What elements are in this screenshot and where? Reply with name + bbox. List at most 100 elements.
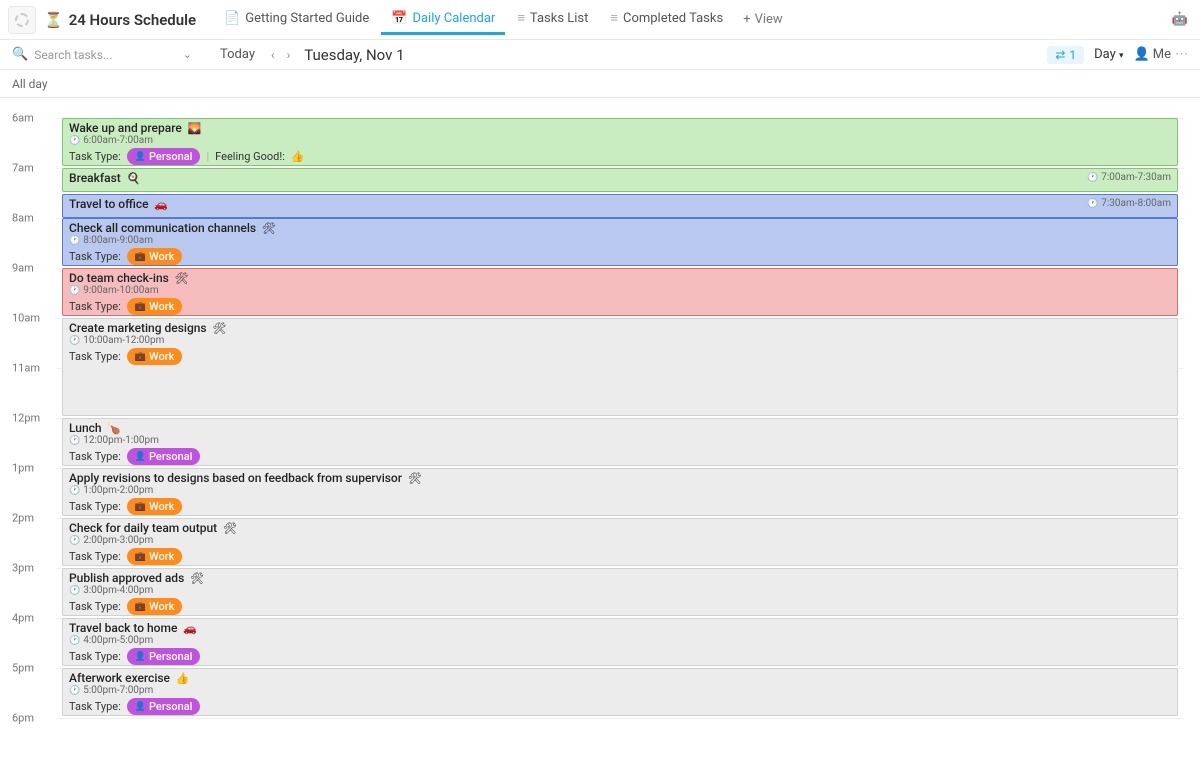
calendar-event[interactable]: Do team check-ins 🛠🕐9:00am-10:00amTask T…	[62, 268, 1178, 316]
event-meta: Task Type: 💼Work	[69, 298, 1171, 315]
task-type-label: Task Type:	[69, 550, 121, 563]
event-time: 🕐8:00am-9:00am	[69, 235, 1171, 246]
calendar-event[interactable]: Lunch 🍗🕐12:00pm-1:00pm Task Type: 👤Person…	[62, 418, 1178, 466]
task-type-tag[interactable]: 💼Work	[127, 498, 183, 515]
event-title: Check for daily team output 🛠	[69, 521, 1171, 535]
menu-button[interactable]	[8, 6, 36, 34]
event-meta: Task Type: 👤Personal	[69, 698, 1171, 715]
event-title: Wake up and prepare 🌄	[69, 121, 1171, 135]
event-meta: Task Type: 💼Work	[69, 248, 1171, 265]
calendar-event[interactable]: Apply revisions to designs based on feed…	[62, 468, 1178, 516]
plus-icon: +	[743, 12, 750, 27]
filter-badge[interactable]: ⇄ 1	[1047, 46, 1084, 64]
time-label: 3pm	[12, 562, 34, 575]
automation-icon[interactable]: 🤖	[1168, 8, 1192, 31]
task-type-tag[interactable]: 👤Personal	[127, 648, 201, 665]
view-granularity-select[interactable]: Day ▾	[1094, 47, 1123, 62]
task-type-tag[interactable]: 💼Work	[127, 598, 183, 615]
clock-icon: 🕐	[69, 336, 80, 346]
time-label: 5pm	[12, 662, 34, 675]
calendar-event[interactable]: Check all communication channels 🛠🕐8:00a…	[62, 218, 1178, 266]
task-type-tag[interactable]: 👤Personal	[127, 698, 201, 715]
next-day-button[interactable]: ›	[281, 48, 297, 62]
time-label: 9am	[12, 262, 34, 275]
time-label: 6am	[12, 112, 34, 125]
event-title: Publish approved ads 🛠	[69, 571, 1171, 585]
calendar-event[interactable]: Afterwork exercise 👍🕐5:00pm-7:00pmTask T…	[62, 668, 1178, 716]
calendar-event[interactable]: Travel to office 🚗🕐7:30am-8:00am	[62, 194, 1178, 218]
tab-icon: 📄	[224, 11, 240, 26]
toolbar: 🔍 Search tasks... ⌄ Today ‹ › Tuesday, N…	[0, 40, 1200, 70]
event-emoji-icon: 🛠	[187, 572, 204, 585]
time-label: 10am	[12, 312, 40, 325]
event-emoji-icon: 🌄	[185, 122, 201, 135]
time-label: 11am	[12, 362, 40, 375]
tab-getting-started-guide[interactable]: 📄Getting Started Guide	[214, 5, 379, 35]
calendar-event[interactable]: Check for daily team output 🛠🕐2:00pm-3:0…	[62, 518, 1178, 566]
time-label: 4pm	[12, 612, 34, 625]
tab-completed-tasks[interactable]: ≡Completed Tasks	[600, 4, 733, 35]
chevron-down-icon[interactable]: ⌄	[183, 48, 192, 61]
person-icon: 👤	[1134, 47, 1150, 62]
clock-icon: 🕐	[69, 636, 80, 646]
calendar-event[interactable]: Create marketing designs 🛠🕐10:00am-12:00…	[62, 318, 1178, 416]
event-emoji-icon: 🛠	[220, 522, 237, 535]
filter-count: 1	[1069, 48, 1076, 62]
task-type-tag[interactable]: 👤Personal	[127, 148, 201, 165]
time-label: 6pm	[12, 712, 34, 725]
search-icon: 🔍	[12, 47, 28, 62]
task-type-tag[interactable]: 💼Work	[127, 248, 183, 265]
task-type-tag[interactable]: 👤Personal	[127, 448, 201, 465]
me-filter-button[interactable]: 👤 Me	[1134, 47, 1171, 62]
event-meta: Task Type: 👤Personal | Feeling Good!: 👍	[69, 148, 1171, 165]
event-time: 🕐9:00am-10:00am	[69, 285, 1171, 296]
event-title: Lunch 🍗	[69, 421, 1171, 435]
task-type-label: Task Type:	[69, 600, 121, 613]
event-emoji-icon: 🛠	[210, 322, 227, 335]
tab-daily-calendar[interactable]: 📅Daily Calendar	[381, 5, 505, 35]
clock-icon: 🕐	[1087, 173, 1098, 183]
page-title[interactable]: ⏳ 24 Hours Schedule	[44, 11, 196, 29]
event-title: Check all communication channels 🛠	[69, 221, 1171, 235]
tag-icon: 💼	[135, 252, 146, 262]
event-emoji-icon: 🚗	[152, 198, 168, 211]
tab-icon: ≡	[610, 10, 618, 26]
all-day-row[interactable]: All day	[0, 70, 1200, 98]
clock-icon: 🕐	[69, 236, 80, 246]
event-time: 🕐12:00pm-1:00pm	[69, 435, 1171, 446]
tab-label: Tasks List	[530, 11, 588, 26]
more-options-button[interactable]: ⋯	[1175, 47, 1188, 62]
task-type-tag[interactable]: 💼Work	[127, 298, 183, 315]
event-emoji-icon: 🍗	[105, 422, 121, 435]
today-button[interactable]: Today	[220, 47, 255, 62]
tag-icon: 👤	[135, 152, 146, 162]
clock-icon: 🕐	[69, 536, 80, 546]
event-emoji-icon: 🛠	[259, 222, 276, 235]
event-title: Travel back to home 🚗	[69, 621, 1171, 635]
search-input[interactable]: 🔍 Search tasks... ⌄	[12, 47, 192, 62]
calendar-event[interactable]: Travel back to home 🚗🕐4:00pm-5:00pmTask …	[62, 618, 1178, 666]
event-title: Travel to office 🚗	[69, 197, 1171, 211]
tag-icon: 💼	[135, 302, 146, 312]
prev-day-button[interactable]: ‹	[265, 48, 281, 62]
task-type-label: Task Type:	[69, 450, 121, 463]
event-emoji-icon: 🛠	[405, 472, 422, 485]
calendar-event[interactable]: Wake up and prepare 🌄🕐6:00am-7:00am Task …	[62, 118, 1178, 166]
clock-icon: 🕐	[69, 586, 80, 596]
task-type-tag[interactable]: 💼Work	[127, 548, 183, 565]
task-type-label: Task Type:	[69, 300, 121, 313]
task-type-label: Task Type:	[69, 700, 121, 713]
add-view-button[interactable]: + View	[733, 6, 793, 33]
tab-tasks-list[interactable]: ≡Tasks List	[507, 4, 598, 35]
event-time: 🕐6:00am-7:00am	[69, 135, 1171, 146]
event-title: Afterwork exercise 👍	[69, 671, 1171, 685]
task-type-tag[interactable]: 💼Work	[127, 348, 183, 365]
tag-icon: 💼	[135, 552, 146, 562]
calendar-grid: 6am7am8am9am10am11am12pm1pm2pm3pm4pm5pm6…	[56, 98, 1184, 758]
calendar-event[interactable]: Publish approved ads 🛠🕐3:00pm-4:00pmTask…	[62, 568, 1178, 616]
calendar-event[interactable]: Breakfast 🍳🕐7:00am-7:30am	[62, 168, 1178, 192]
event-meta: Task Type: 👤Personal	[69, 448, 1171, 465]
tag-icon: 👤	[135, 452, 146, 462]
event-emoji-icon: 🍳	[124, 172, 140, 185]
task-type-label: Task Type:	[69, 650, 121, 663]
